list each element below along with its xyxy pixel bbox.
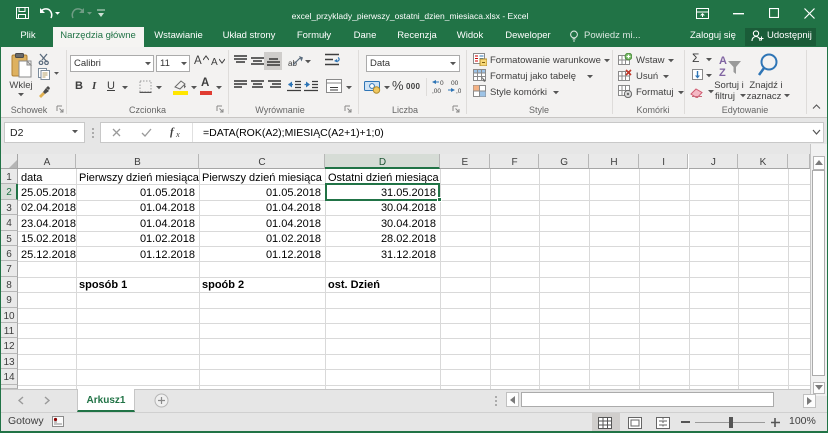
svg-text:00: 00 [451, 80, 459, 87]
svg-text:ab: ab [288, 59, 297, 68]
svg-text:,00: ,00 [432, 88, 441, 94]
svg-text:0: 0 [440, 80, 444, 87]
svg-text:,0: ,0 [456, 88, 461, 94]
svg-text:A: A [719, 55, 727, 67]
svg-text:Z: Z [719, 67, 726, 79]
